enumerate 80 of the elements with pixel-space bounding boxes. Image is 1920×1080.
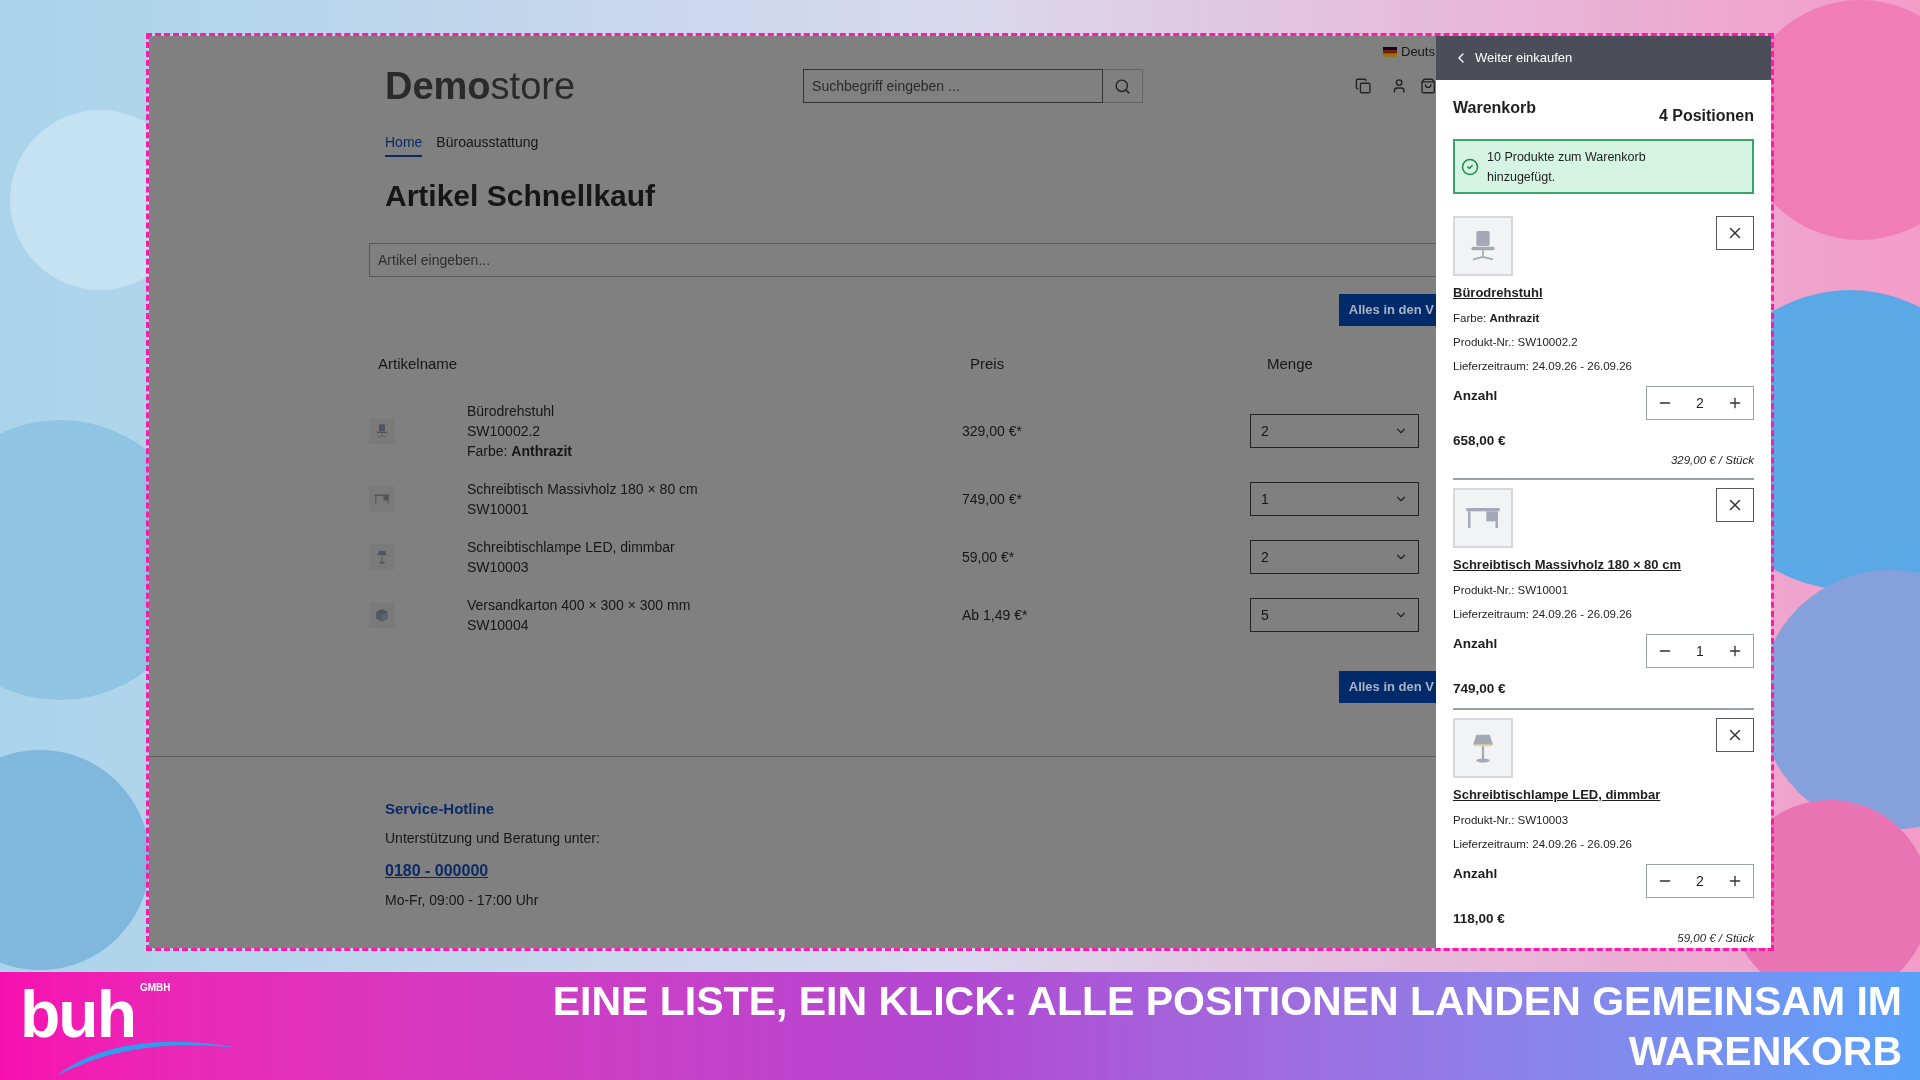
- product-name: Schreibtisch Massivholz 180 × 80 cm: [467, 480, 699, 499]
- phone-link[interactable]: 0180 - 000000: [385, 860, 489, 882]
- compare-icon[interactable]: [1355, 76, 1372, 96]
- product-variant: Farbe: Anthrazit: [467, 442, 574, 461]
- quantity-label: Anzahl: [1453, 865, 1498, 883]
- page-title: Artikel Schnellkauf: [385, 178, 657, 214]
- quantity-select[interactable]: 1: [1250, 482, 1419, 516]
- search-button[interactable]: [1103, 69, 1144, 103]
- footer-heading: Service-Hotline: [385, 799, 496, 819]
- product-name: Bürodrehstuhl: [467, 402, 556, 421]
- store-logo[interactable]: Demostore: [385, 67, 576, 105]
- product-link[interactable]: Bürodrehstuhl: [1453, 284, 1543, 302]
- plus-icon[interactable]: [1727, 643, 1743, 659]
- unit-price: 59,00 € / Stück: [1677, 931, 1754, 946]
- product-number: Produkt-Nr.: SW10003: [1453, 813, 1570, 828]
- product-variant: Farbe: Anthrazit: [1453, 311, 1541, 326]
- plus-icon[interactable]: [1727, 395, 1743, 411]
- column-header: Menge: [1267, 354, 1313, 374]
- search-icon: [1114, 77, 1132, 95]
- logo-tag: GMBH: [140, 980, 171, 995]
- quantity-value: 1: [1696, 641, 1704, 661]
- product-thumbnail[interactable]: [1453, 718, 1513, 778]
- quantity-value: 2: [1696, 393, 1704, 413]
- product-link[interactable]: Schreibtisch Massivholz 180 × 80 cm: [1453, 556, 1681, 574]
- column-header: Artikelname: [378, 354, 459, 374]
- product-price: 329,00 €*: [962, 422, 1023, 441]
- cart-title: Warenkorb: [1453, 98, 1536, 118]
- product-thumbnail[interactable]: [1453, 488, 1513, 548]
- delivery-period: Lieferzeitraum: 24.09.26 - 26.09.26: [1453, 607, 1633, 622]
- banner-headline: EINE LISTE, EIN KLICK: ALLE POSITIONEN LANDEN GEMEINSAM IM WARENKORB: [551, 977, 1902, 1076]
- quantity-select[interactable]: 2: [1250, 414, 1419, 448]
- quantity-select[interactable]: 2: [1250, 540, 1419, 574]
- language-selector[interactable]: Deuts: [1401, 42, 1435, 62]
- footer-text: Unterstützung und Beratung unter:: [385, 829, 601, 848]
- product-sku: SW10004: [467, 616, 530, 635]
- product-name: Schreibtischlampe LED, dimmbar: [467, 538, 676, 557]
- quantity-label: Anzahl: [1453, 635, 1498, 653]
- column-header: Preis: [970, 354, 1006, 374]
- delivery-period: Lieferzeitraum: 24.09.26 - 26.09.26: [1453, 837, 1633, 852]
- product-sku: SW10001: [467, 500, 530, 519]
- plus-icon[interactable]: [1727, 873, 1743, 889]
- cart-count: 4 Positionen: [1658, 106, 1754, 126]
- product-thumbnail[interactable]: [1453, 216, 1513, 276]
- product-sku: SW10003: [467, 558, 530, 577]
- delivery-period: Lieferzeitraum: 24.09.26 - 26.09.26: [1453, 359, 1633, 374]
- quantity-stepper[interactable]: 1: [1646, 634, 1754, 668]
- cart-icon[interactable]: [1419, 76, 1436, 96]
- remove-button[interactable]: [1716, 216, 1754, 250]
- product-price: 749,00 €*: [962, 490, 1023, 509]
- flag-icon: [1383, 47, 1397, 57]
- remove-button[interactable]: [1716, 718, 1754, 752]
- quantity-stepper[interactable]: 2: [1646, 386, 1754, 420]
- add-all-button[interactable]: Alles in den V: [1338, 671, 1436, 703]
- unit-price: 329,00 € / Stück: [1670, 453, 1754, 468]
- product-price: 59,00 €*: [962, 548, 1016, 567]
- quantity-stepper[interactable]: 2: [1646, 864, 1754, 898]
- product-link[interactable]: Schreibtischlampe LED, dimmbar: [1453, 786, 1661, 804]
- product-name: Versandkarton 400 × 300 × 300 mm: [467, 596, 692, 615]
- quantity-label: Anzahl: [1453, 387, 1498, 405]
- user-icon[interactable]: [1391, 76, 1408, 96]
- product-number: Produkt-Nr.: SW10002.2: [1453, 335, 1579, 350]
- line-total: 118,00 €: [1453, 910, 1506, 928]
- product-number: Produkt-Nr.: SW10001: [1453, 583, 1570, 598]
- company-logo: buh: [20, 976, 135, 1053]
- line-total: 658,00 €: [1453, 432, 1507, 450]
- breadcrumb-link[interactable]: Büroausstattung: [436, 132, 539, 157]
- opening-hours: Mo-Fr, 09:00 - 17:00 Uhr: [385, 891, 540, 910]
- alert-text: 10 Produkte zum Warenkorb hinzugefügt.: [1487, 148, 1647, 186]
- quantity-value: 2: [1696, 871, 1704, 891]
- quantity-select[interactable]: 5: [1250, 598, 1419, 632]
- line-total: 749,00 €: [1453, 680, 1507, 698]
- product-sku: SW10002.2: [467, 422, 542, 441]
- product-price: Ab 1,49 €*: [962, 606, 1029, 625]
- check-circle-icon: [1461, 157, 1479, 176]
- breadcrumb-link[interactable]: Home: [385, 132, 423, 157]
- remove-button[interactable]: [1716, 488, 1754, 522]
- continue-shopping-button[interactable]: Weiter einkaufen: [1436, 36, 1771, 80]
- article-input[interactable]: Artikel eingeben...: [369, 243, 1436, 277]
- search-field[interactable]: Suchbegriff eingeben ...: [803, 69, 1104, 103]
- add-all-button[interactable]: Alles in den V: [1338, 294, 1436, 326]
